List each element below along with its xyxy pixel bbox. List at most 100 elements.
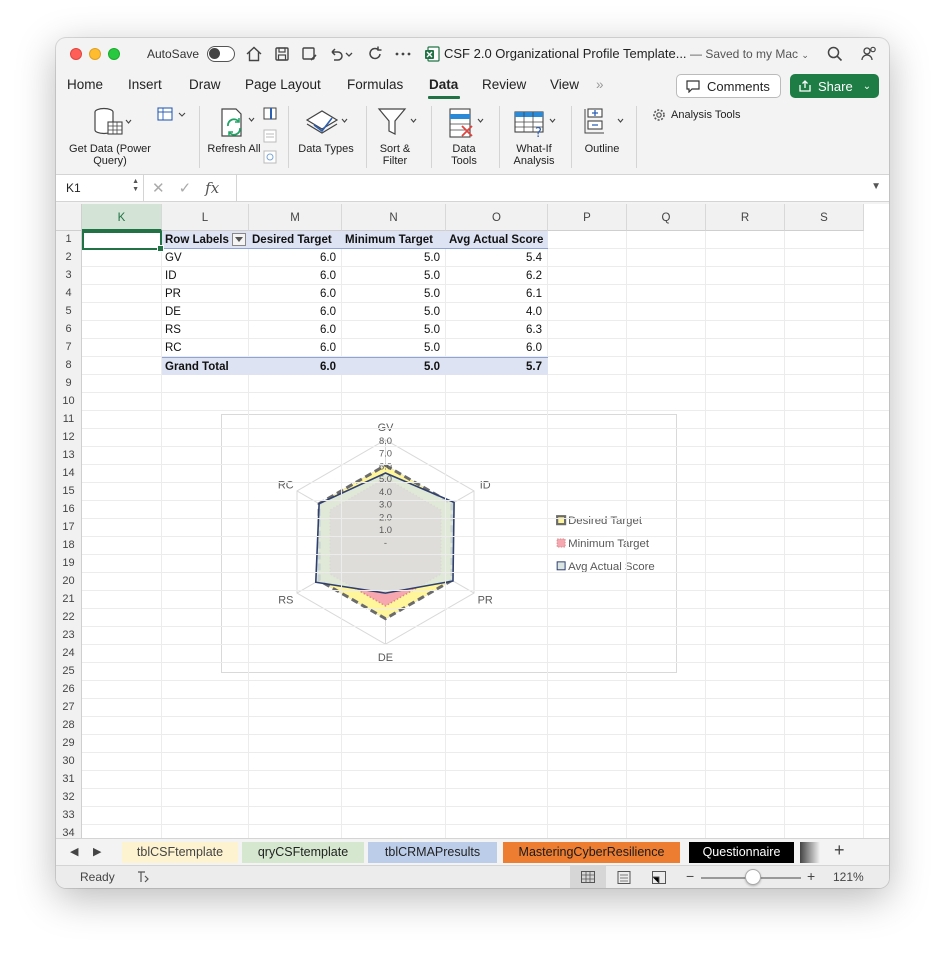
column-header-m[interactable]: M <box>249 204 342 231</box>
sheet-tab-masteringcyberresilience[interactable]: MasteringCyberResilience <box>503 842 680 863</box>
row-header[interactable]: 34 <box>56 825 82 838</box>
save-icon[interactable] <box>272 44 292 64</box>
zoom-in-button[interactable]: + <box>807 868 815 884</box>
row-header[interactable]: 24 <box>56 645 82 663</box>
row-header[interactable]: 9 <box>56 375 82 393</box>
row-header[interactable]: 3 <box>56 267 82 285</box>
column-header-n[interactable]: N <box>342 204 446 231</box>
save-as-icon[interactable] <box>299 44 319 64</box>
prev-sheet-icon[interactable]: ◀ <box>70 845 78 858</box>
pivot-cell[interactable]: 6.0 <box>249 339 342 357</box>
expand-formula-bar-icon[interactable]: ▼ <box>871 181 881 192</box>
pivot-cell[interactable]: 5.0 <box>342 285 446 303</box>
pivot-header-3[interactable]: Avg Actual Score <box>446 231 548 249</box>
pivot-cell[interactable]: RC <box>162 339 249 357</box>
pivot-cell[interactable]: 6.0 <box>249 321 342 339</box>
add-sheet-button[interactable]: + <box>834 840 845 861</box>
pivot-cell[interactable]: 6.1 <box>446 285 548 303</box>
row-header[interactable]: 8 <box>56 357 82 375</box>
sheet-tab-qrycsftemplate[interactable]: qryCSFtemplate <box>242 842 364 863</box>
queries-connections-icons[interactable] <box>262 106 278 166</box>
row-header[interactable]: 30 <box>56 753 82 771</box>
tab-data[interactable]: Data <box>429 77 458 92</box>
row-header[interactable]: 21 <box>56 591 82 609</box>
share-button[interactable]: Share ⌄ <box>790 74 879 98</box>
tab-view[interactable]: View <box>550 77 579 92</box>
row-header[interactable]: 1 <box>56 231 82 249</box>
row-header[interactable]: 2 <box>56 249 82 267</box>
insert-function-icon[interactable]: fx <box>205 179 219 197</box>
row-header[interactable]: 7 <box>56 339 82 357</box>
row-header[interactable]: 33 <box>56 807 82 825</box>
row-header[interactable]: 29 <box>56 735 82 753</box>
page-break-view-icon[interactable] <box>652 871 666 884</box>
row-header[interactable]: 18 <box>56 537 82 555</box>
row-header[interactable]: 5 <box>56 303 82 321</box>
row-header[interactable]: 6 <box>56 321 82 339</box>
pivot-cell[interactable]: 6.0 <box>249 267 342 285</box>
pivot-header-2[interactable]: Minimum Target <box>342 231 446 249</box>
more-icon[interactable] <box>393 44 413 64</box>
minimize-window-button[interactable] <box>89 48 101 60</box>
pivot-cell[interactable]: 5.0 <box>342 267 446 285</box>
pivot-header-1[interactable]: Desired Target <box>249 231 342 249</box>
column-header-l[interactable]: L <box>162 204 249 231</box>
row-header[interactable]: 32 <box>56 789 82 807</box>
undo-icon[interactable] <box>326 44 346 64</box>
select-all-corner[interactable] <box>56 204 82 231</box>
pivot-cell[interactable]: 6.3 <box>446 321 548 339</box>
worksheet-grid[interactable]: -1.0 2.0 3.0 4.0 5.0 6.0 7.0 8.0 GV ID PR DE RS RC Des… <box>56 204 889 838</box>
autosave-toggle[interactable] <box>207 46 235 62</box>
search-icon[interactable] <box>825 44 845 64</box>
row-header[interactable]: 14 <box>56 465 82 483</box>
pivot-cell[interactable]: RS <box>162 321 249 339</box>
tab-home[interactable]: Home <box>67 77 103 92</box>
pivot-cell[interactable]: 6.2 <box>446 267 548 285</box>
zoom-out-button[interactable]: − <box>686 868 694 884</box>
row-header[interactable]: 23 <box>56 627 82 645</box>
row-header[interactable]: 22 <box>56 609 82 627</box>
saved-status[interactable]: — Saved to my Mac ⌄ <box>690 47 809 61</box>
zoom-window-button[interactable] <box>108 48 120 60</box>
row-header[interactable]: 16 <box>56 501 82 519</box>
pivot-cell[interactable]: 6.0 <box>249 303 342 321</box>
row-header[interactable]: 10 <box>56 393 82 411</box>
pivot-cell[interactable]: 6.0 <box>249 249 342 267</box>
pivot-cell[interactable]: 6.0 <box>446 339 548 357</box>
column-header-r[interactable]: R <box>706 204 785 231</box>
pivot-grand-total[interactable]: 6.0 <box>249 357 342 375</box>
more-tabs-icon[interactable]: » <box>596 77 604 92</box>
row-header[interactable]: 4 <box>56 285 82 303</box>
pivot-cell[interactable]: DE <box>162 303 249 321</box>
zoom-level[interactable]: 121% <box>833 870 864 884</box>
document-title[interactable]: CSF 2.0 Organizational Profile Template.… <box>444 46 687 61</box>
accessibility-icon[interactable] <box>136 870 150 884</box>
existing-connections-icon[interactable] <box>156 106 188 126</box>
pivot-cell[interactable]: 5.0 <box>342 339 446 357</box>
row-header[interactable]: 12 <box>56 429 82 447</box>
outline-button[interactable]: Outline <box>576 102 628 172</box>
refresh-all-button[interactable]: Refresh All <box>206 102 262 172</box>
people-icon[interactable] <box>859 44 879 64</box>
column-header-o[interactable]: O <box>446 204 548 231</box>
pivot-cell[interactable]: 5.4 <box>446 249 548 267</box>
pivot-cell[interactable]: ID <box>162 267 249 285</box>
pivot-grand-total[interactable]: 5.7 <box>446 357 548 375</box>
row-header[interactable]: 15 <box>56 483 82 501</box>
row-header[interactable]: 25 <box>56 663 82 681</box>
tab-formulas[interactable]: Formulas <box>347 77 403 92</box>
row-header[interactable]: 11 <box>56 411 82 429</box>
close-window-button[interactable] <box>70 48 82 60</box>
column-header-p[interactable]: P <box>548 204 627 231</box>
sheet-tab-tblcrmapresults[interactable]: tblCRMAPresults <box>368 842 497 863</box>
column-header-s[interactable]: S <box>785 204 864 231</box>
home-icon[interactable] <box>244 44 264 64</box>
analysis-tools-button[interactable]: Analysis Tools <box>652 108 741 122</box>
confirm-formula-icon[interactable]: ✓ <box>179 179 192 197</box>
column-header-k[interactable]: K <box>82 204 162 231</box>
row-labels-filter-button[interactable] <box>232 233 246 246</box>
get-data-button[interactable]: Get Data (Power Query) <box>62 102 158 172</box>
row-header[interactable]: 20 <box>56 573 82 591</box>
pivot-cell[interactable]: 6.0 <box>249 285 342 303</box>
tab-draw[interactable]: Draw <box>189 77 221 92</box>
